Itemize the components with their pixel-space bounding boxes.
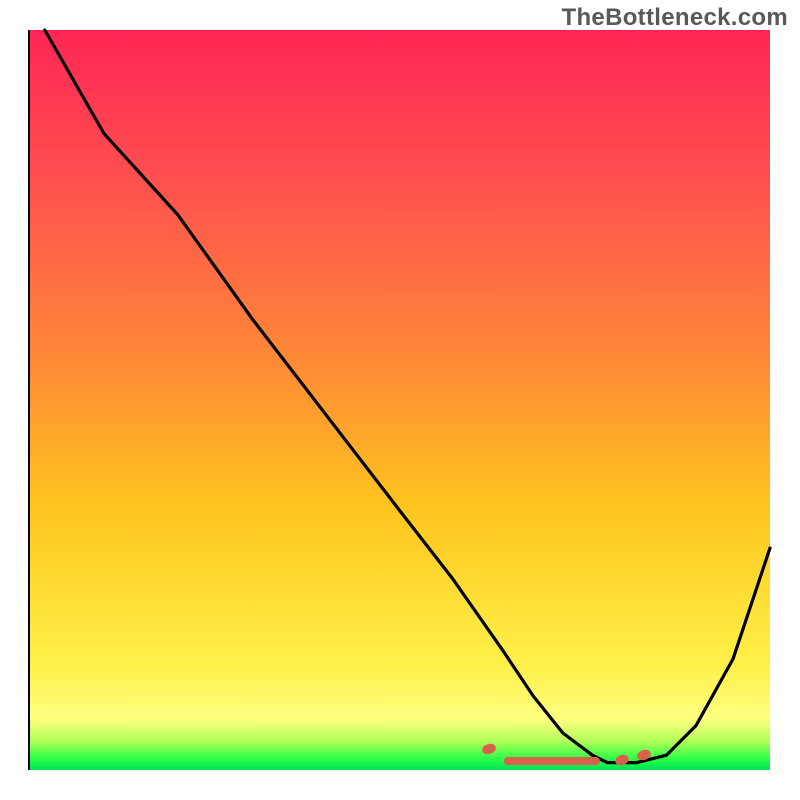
watermark-text: TheBottleneck.com [562, 4, 788, 32]
curve-path [45, 30, 770, 763]
plot-area [30, 30, 770, 770]
marker-dash [504, 757, 600, 765]
bottleneck-curve [30, 30, 770, 770]
chart-container: TheBottleneck.com [0, 0, 800, 800]
